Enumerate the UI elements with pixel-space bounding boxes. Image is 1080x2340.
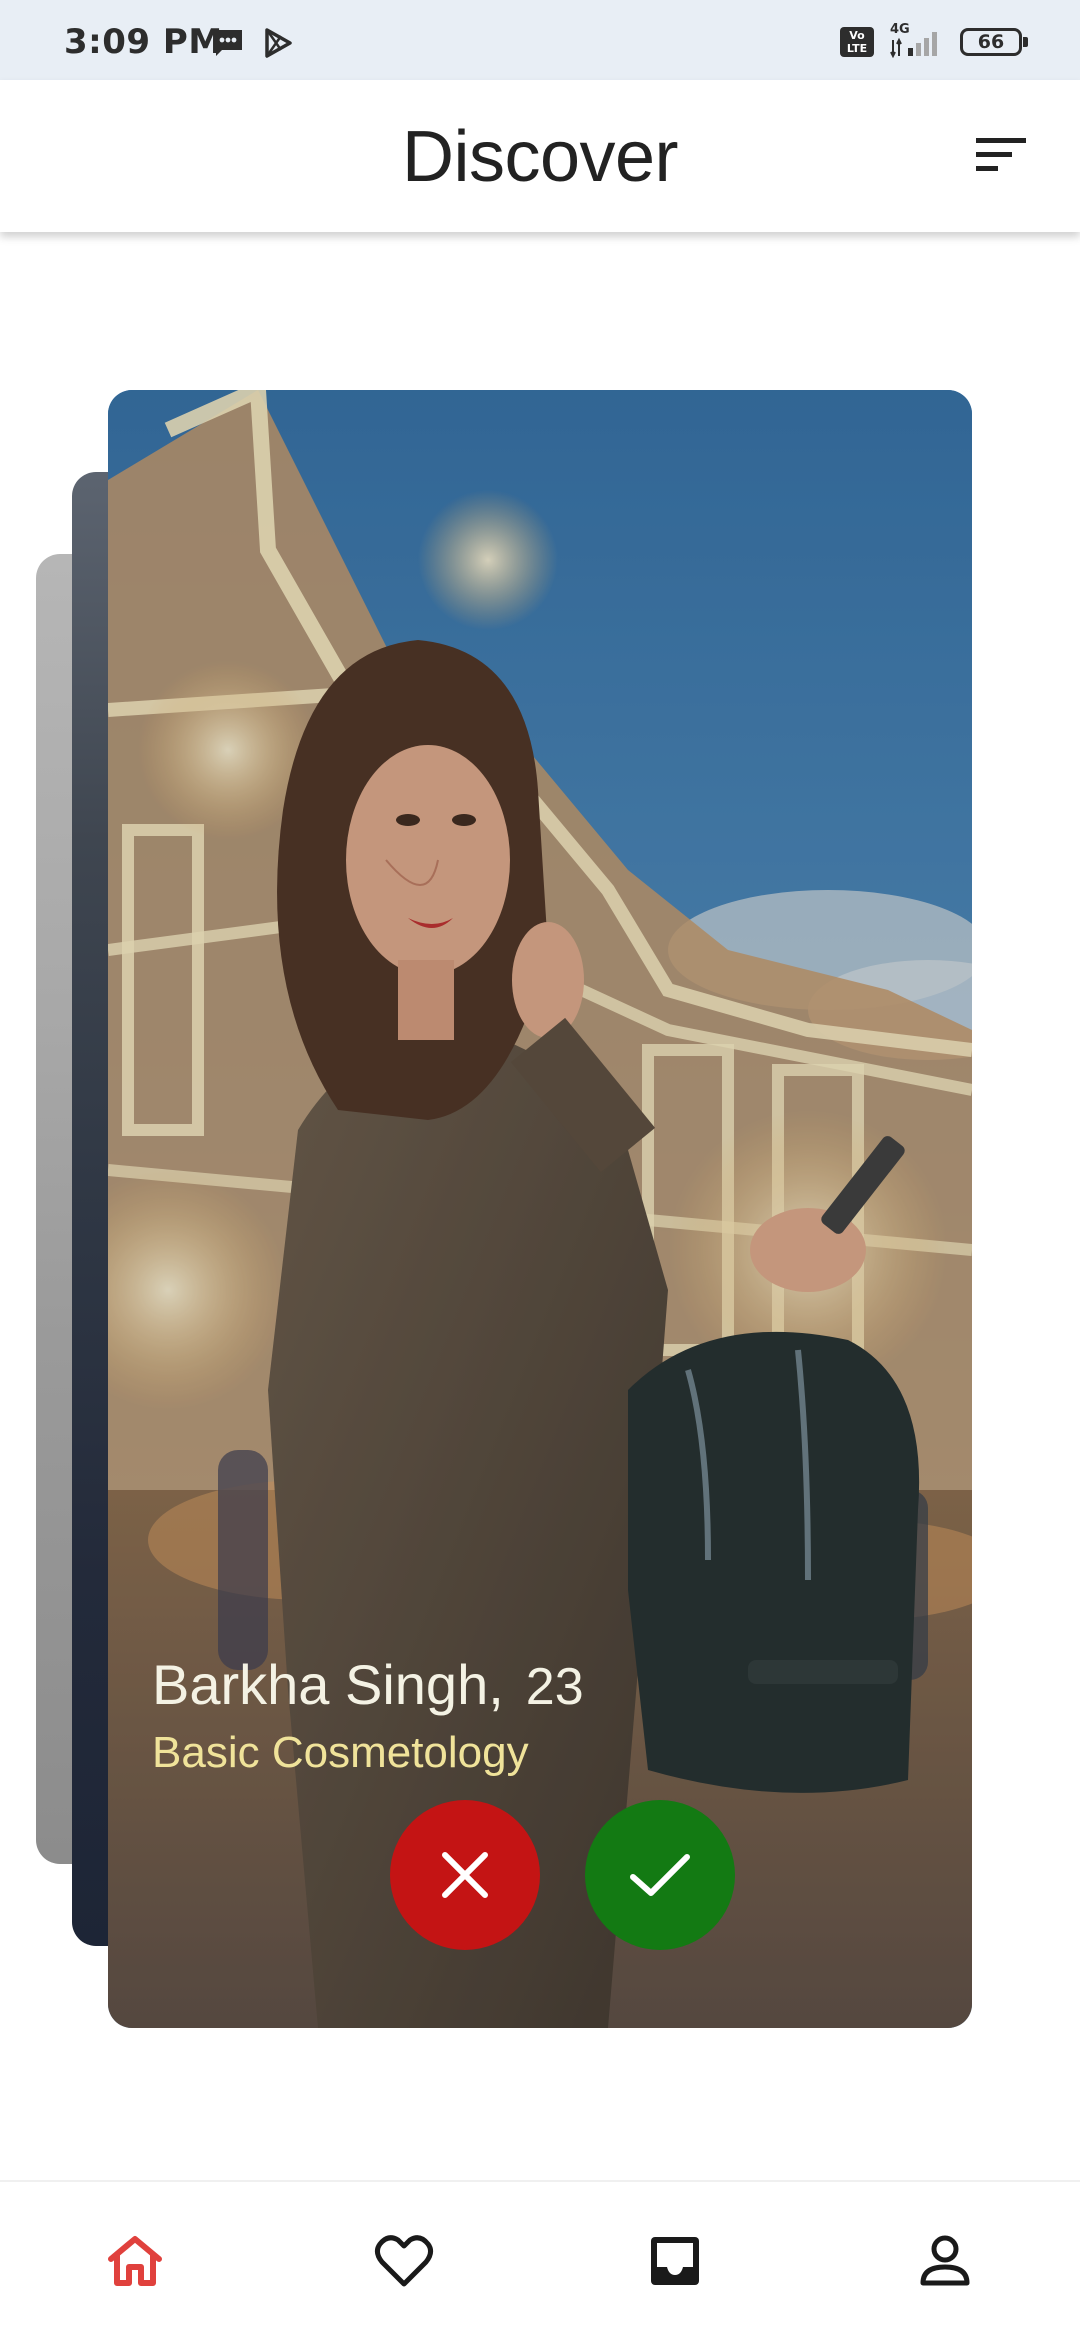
heart-icon — [374, 2235, 434, 2287]
profile-name-row: Barkha Singh, 23 — [152, 1652, 584, 1717]
play-store-icon — [265, 28, 292, 58]
person-icon — [920, 2235, 970, 2286]
notification-icons — [212, 28, 294, 58]
profile-course: Basic Cosmetology — [152, 1728, 529, 1777]
photo-overlay — [108, 390, 972, 2028]
close-icon — [442, 1852, 488, 1898]
nav-home[interactable] — [100, 2226, 170, 2296]
inbox-icon — [651, 2237, 699, 2285]
accept-button[interactable] — [585, 1800, 735, 1950]
status-time: 3:09 PM — [64, 22, 223, 62]
system-indicators: Vo LTE 4G 66 — [840, 22, 1028, 58]
signal-icon — [890, 32, 937, 58]
nav-inbox[interactable] — [640, 2226, 710, 2296]
filter-button[interactable] — [972, 130, 1032, 180]
nav-likes[interactable] — [369, 2226, 439, 2296]
signal-indicator: 4G — [888, 22, 946, 58]
app-header: Discover — [0, 80, 1080, 232]
battery-indicator: 66 — [960, 28, 1028, 56]
profile-card[interactable]: Barkha Singh, 23 Basic Cosmetology — [108, 390, 972, 2028]
reject-button[interactable] — [390, 1800, 540, 1950]
filter-icon — [976, 138, 1026, 171]
profile-age: 23 — [525, 1658, 584, 1716]
check-icon — [630, 1854, 690, 1896]
page-title: Discover — [401, 117, 679, 197]
profile-name: Barkha Singh, — [152, 1653, 504, 1716]
message-icon — [214, 30, 242, 56]
bottom-navigation — [0, 2180, 1080, 2340]
nav-profile[interactable] — [910, 2226, 980, 2296]
discover-screen: 3:09 PM Vo LTE 4G 66 Discover Barkha Sin… — [0, 0, 1080, 2340]
status-bar: 3:09 PM Vo LTE 4G 66 — [0, 0, 1080, 80]
volte-badge: Vo LTE — [840, 27, 874, 57]
home-icon — [108, 2236, 162, 2286]
